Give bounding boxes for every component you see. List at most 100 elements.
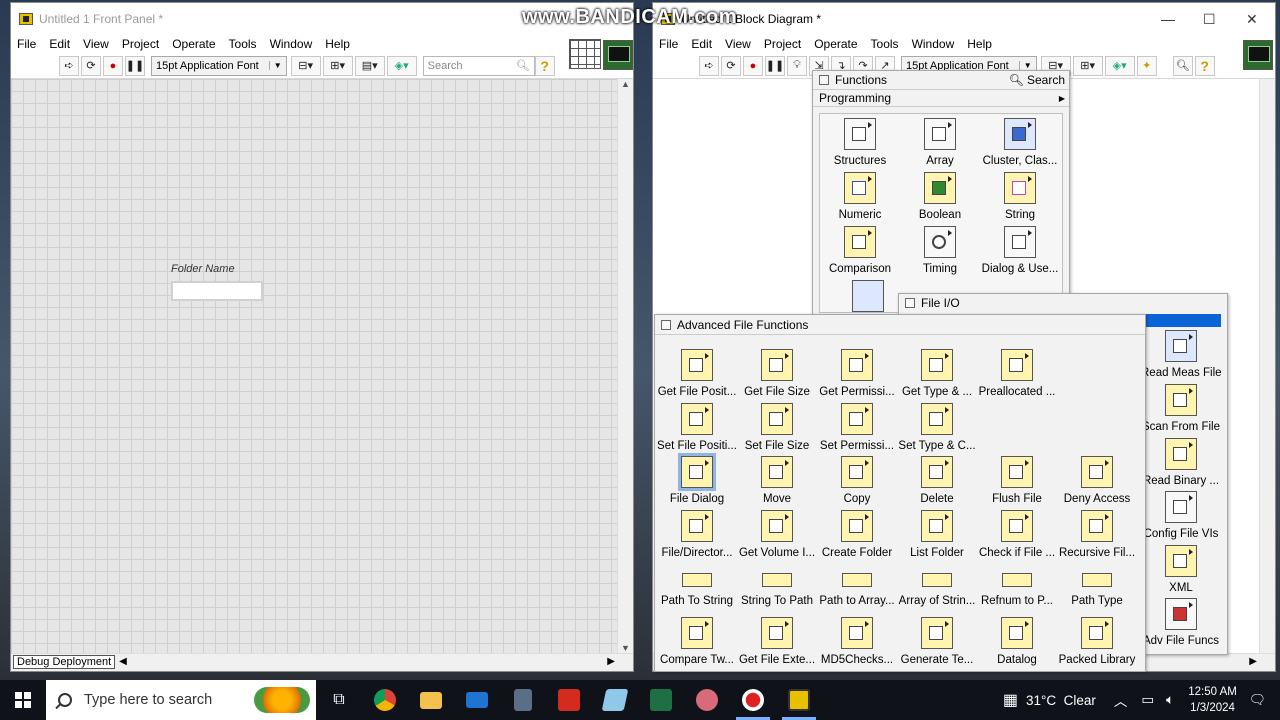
menu-help[interactable]: Help [325, 37, 350, 51]
palette-item-file-director[interactable]: File/Director... [657, 509, 737, 564]
bandicam-taskbar-button[interactable] [730, 680, 776, 720]
run-continuously-icon[interactable]: ⟳ [721, 55, 741, 76]
notifications-icon[interactable]: 🗨︎ [1249, 692, 1266, 708]
weather-text[interactable]: 31°C Clear [1026, 693, 1096, 708]
menu-operate[interactable]: Operate [814, 37, 857, 51]
pause-icon[interactable]: ❚❚ [765, 55, 785, 76]
menu-project[interactable]: Project [122, 37, 159, 51]
task-view-button[interactable]: ⧉ [316, 680, 362, 720]
palette-item-check-if-file[interactable]: Check if File ... [977, 509, 1057, 564]
palette-item-datalog[interactable]: Datalog [977, 616, 1057, 671]
menu-project[interactable]: Project [764, 37, 801, 51]
menu-edit[interactable]: Edit [691, 37, 712, 51]
palette-item-array-of-strin[interactable]: Array of Strin... [897, 563, 977, 617]
thumbtack-icon[interactable] [661, 319, 671, 330]
palette-item-config-file-vis[interactable]: Config File VIs [1141, 491, 1221, 545]
block-diagram-vscroll[interactable] [1259, 79, 1275, 653]
front-panel-vscroll[interactable]: ▲ ▼ [617, 79, 633, 653]
palette-item-get-type[interactable]: Get Type & ... [897, 349, 977, 403]
run-continuously-icon[interactable]: ⟳ [81, 55, 101, 76]
help-icon[interactable]: ? [1194, 55, 1215, 76]
palette-item-xml[interactable]: XML [1141, 545, 1221, 599]
vi-icon[interactable] [603, 40, 633, 70]
palette-item-structures[interactable]: Structures [820, 118, 900, 172]
palette-item-set-permissi[interactable]: Set Permissi... [817, 402, 897, 457]
help-icon[interactable]: ? [534, 55, 555, 76]
chevron-up-icon[interactable]: ︿ [1114, 690, 1128, 710]
programming-category[interactable]: Programming ▶ [813, 89, 1069, 107]
acrobat-taskbar-button[interactable] [546, 680, 592, 720]
palette-item-file-dialog[interactable]: File Dialog [657, 456, 737, 510]
connector-pane-icon[interactable] [569, 39, 601, 69]
menu-view[interactable]: View [83, 37, 109, 51]
notes-taskbar-button[interactable] [592, 680, 638, 720]
palette-item-get-permissi[interactable]: Get Permissi... [817, 349, 897, 403]
palette-item-string-to-path[interactable]: String To Path [737, 563, 817, 617]
maximize-icon[interactable]: ☐ [1203, 11, 1216, 28]
font-selector[interactable]: 15pt Application Font ▼ [151, 55, 287, 76]
scroll-right-icon[interactable]: ▶ [1249, 656, 1257, 667]
palette-item-delete[interactable]: Delete [897, 456, 977, 510]
palette-item-boolean[interactable]: Boolean [900, 172, 980, 226]
palette-item-dialog[interactable]: Dialog & Use... [980, 226, 1060, 280]
app-taskbar-button[interactable] [684, 680, 730, 720]
palette-item-deny-access[interactable]: Deny Access [1057, 456, 1137, 510]
file-io-icon[interactable] [852, 280, 884, 312]
scroll-right-icon[interactable]: ▶ [607, 656, 615, 667]
palette-item-recursive-fil[interactable]: Recursive Fil... [1057, 509, 1137, 564]
palette-item-get-file-size[interactable]: Get File Size [737, 349, 817, 403]
close-icon[interactable]: ✕ [1246, 11, 1258, 28]
palette-item-get-file-posit[interactable]: Get File Posit... [657, 349, 737, 403]
palette-item-create-folder[interactable]: Create Folder [817, 509, 897, 564]
palette-item-set-file-size[interactable]: Set File Size [737, 402, 817, 457]
menu-tools[interactable]: Tools [229, 37, 257, 51]
reorder-icon[interactable]: ◈▾ [386, 55, 417, 76]
menu-window[interactable]: Window [912, 37, 955, 51]
align-objects-icon[interactable]: ⊟▾ [290, 55, 321, 76]
volume-icon[interactable]: 🔈︎ [1166, 692, 1174, 708]
functions-search-button[interactable]: 🔍︎ Search [1009, 73, 1065, 87]
thumbtack-icon[interactable] [819, 75, 829, 85]
start-button[interactable] [0, 680, 46, 720]
abort-icon[interactable]: ● [103, 55, 123, 76]
menu-file[interactable]: File [659, 37, 678, 51]
folder-name-control[interactable] [171, 281, 263, 301]
palette-item-scan-from-file[interactable]: Scan From File [1141, 384, 1221, 438]
palette-item-numeric[interactable]: Numeric [820, 172, 900, 226]
palette-item-compare-tw[interactable]: Compare Tw... [657, 616, 737, 671]
palette-item-md5checks[interactable]: MD5Checks... [817, 616, 897, 671]
reorder-icon[interactable]: ◈▾ [1104, 55, 1135, 76]
palette-item-flush-file[interactable]: Flush File [977, 456, 1057, 510]
palette-item-packed-library[interactable]: Packed Library [1057, 616, 1137, 671]
palette-item-generate-te[interactable]: Generate Te... [897, 616, 977, 671]
palette-item-path-type[interactable]: Path Type [1057, 563, 1137, 617]
battery-icon[interactable]: ▭ [1141, 692, 1154, 708]
palette-item-cluster[interactable]: Cluster, Clas... [980, 118, 1060, 172]
vi-icon[interactable] [1243, 40, 1273, 70]
highlight-execution-icon[interactable]: 💡︎ [787, 55, 807, 76]
menu-window[interactable]: Window [270, 37, 313, 51]
mail-taskbar-button[interactable] [454, 680, 500, 720]
palette-item-adv-file-funcs[interactable]: Adv File Funcs [1141, 598, 1221, 652]
palette-item-get-file-exte[interactable]: Get File Exte... [737, 616, 817, 671]
clean-up-diagram-icon[interactable]: ✦ [1136, 55, 1157, 76]
palette-item-set-type-c[interactable]: Set Type & C... [897, 402, 977, 457]
front-panel-canvas[interactable]: Folder Name [11, 79, 617, 653]
scroll-down-icon[interactable]: ▼ [621, 643, 630, 653]
palette-item-path-to-array[interactable]: Path to Array... [817, 563, 897, 617]
search-icon[interactable]: 🔍︎ [1172, 55, 1193, 76]
distribute-objects-icon[interactable]: ⊞▾ [1072, 55, 1103, 76]
palette-item-refnum-to-p[interactable]: Refnum to P... [977, 563, 1057, 617]
chrome-taskbar-button[interactable] [362, 680, 408, 720]
abort-icon[interactable]: ● [743, 55, 763, 76]
calculator-taskbar-button[interactable] [500, 680, 546, 720]
palette-item-copy[interactable]: Copy [817, 456, 897, 510]
labview-taskbar-button[interactable] [776, 680, 822, 720]
palette-item-array[interactable]: Array [900, 118, 980, 172]
palette-item-preallocated[interactable]: Preallocated ... [977, 349, 1057, 403]
menu-view[interactable]: View [725, 37, 751, 51]
search-input[interactable]: Search 🔍︎ [422, 55, 535, 76]
excel-taskbar-button[interactable] [638, 680, 684, 720]
menu-tools[interactable]: Tools [871, 37, 899, 51]
palette-item-read-meas-file[interactable]: Read Meas File [1141, 330, 1221, 384]
